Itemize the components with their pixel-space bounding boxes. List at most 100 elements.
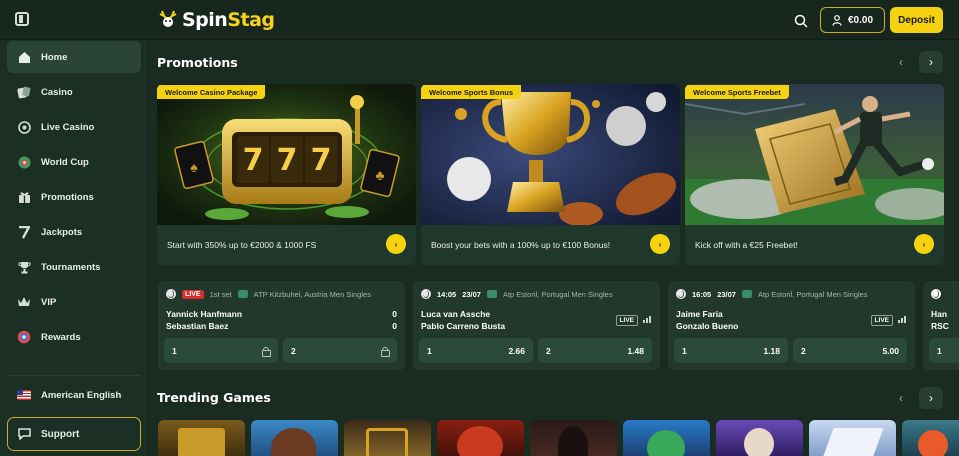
sidebar-item-tournaments[interactable]: Tournaments	[7, 251, 141, 283]
promo-text: Kick off with a €25 Freebet!	[685, 225, 944, 265]
tournament-name: ATP Kitzbuhel, Austria Men Singles	[253, 289, 371, 299]
game-tile[interactable]	[344, 420, 431, 456]
svg-text:♠: ♠	[190, 159, 198, 175]
odd-button-1[interactable]: 1 2.66	[419, 338, 533, 363]
chevron-right-icon: ›	[929, 55, 933, 69]
away-player: RSC	[931, 321, 949, 331]
sidebar-item-label: World Cup	[41, 156, 89, 168]
odd-button-2[interactable]: 2	[283, 338, 397, 363]
sidebar-item-label: VIP	[41, 296, 57, 308]
logo[interactable]: SpinStag	[157, 8, 275, 32]
language-label: American English	[41, 389, 122, 401]
game-tile[interactable]	[716, 420, 803, 456]
sidebar-item-promotions[interactable]: Promotions	[7, 181, 141, 213]
trending-next-button[interactable]: ›	[919, 387, 943, 409]
support-button[interactable]: Support	[7, 417, 141, 451]
odd-label: 1	[427, 345, 432, 356]
us-flag-icon	[17, 390, 31, 400]
away-player: Gonzalo Bueno	[676, 321, 739, 331]
promo-go-button[interactable]: ›	[386, 234, 406, 254]
tournament-icon	[486, 290, 497, 298]
odd-value: 2.66	[508, 345, 525, 356]
promotions-next-button[interactable]: ›	[919, 51, 943, 73]
stag-logo-icon	[159, 10, 177, 27]
match-card[interactable]: LIVE 1st set ATP Kitzbuhel, Austria Men …	[158, 281, 405, 370]
language-selector[interactable]: American English	[7, 380, 141, 410]
game-tile[interactable]	[530, 420, 617, 456]
trending-prev-button[interactable]: ‹	[890, 387, 912, 409]
match-time: 16:05	[692, 289, 712, 299]
deposit-button[interactable]: Deposit	[890, 7, 943, 33]
tournament-icon	[741, 290, 752, 298]
sidebar-toggle-icon[interactable]	[15, 12, 29, 26]
promo-card-sports-bonus[interactable]: Welcome Sports Bonus Boost your bets wit…	[421, 84, 680, 265]
balance-button[interactable]: €0.00	[820, 7, 885, 33]
sidebar-item-vip[interactable]: VIP	[7, 286, 141, 318]
odd-label: 1	[937, 345, 942, 356]
brand-name: SpinStag	[182, 9, 275, 31]
promo-image-football-player	[685, 84, 944, 225]
odd-button-1[interactable]: 1 1.18	[674, 338, 788, 363]
home-player: Jaime Faria	[676, 309, 723, 319]
odd-button-1[interactable]: 1	[164, 338, 278, 363]
promo-go-button[interactable]: ›	[914, 234, 934, 254]
odd-button-1[interactable]: 1	[929, 338, 959, 363]
sidebar-item-label: Home	[41, 51, 68, 63]
sidebar-item-casino[interactable]: Casino	[7, 76, 141, 108]
game-tile[interactable]	[158, 420, 245, 456]
match-time: 14:05	[437, 289, 457, 299]
sidebar-item-jackpots[interactable]: Jackpots	[7, 216, 141, 248]
game-tile[interactable]	[251, 420, 338, 456]
balance-amount: €0.00	[847, 14, 874, 26]
game-tile[interactable]	[437, 420, 524, 456]
signal-icon	[643, 316, 651, 323]
sidebar-item-world-cup[interactable]: World Cup	[7, 146, 141, 178]
match-card[interactable]: 16:05 23/07 Atp Estoril, Portugal Men Si…	[668, 281, 915, 370]
search-button[interactable]	[787, 7, 814, 34]
promo-tag: Welcome Sports Freebet	[685, 85, 789, 99]
support-label: Support	[41, 428, 80, 440]
trophy-icon	[17, 260, 31, 274]
odd-value: 5.00	[882, 345, 899, 356]
odd-value: 1.48	[627, 345, 644, 356]
promo-text: Boost your bets with a 100% up to €100 B…	[421, 225, 680, 265]
rewards-icon	[17, 330, 31, 344]
match-date: 23/07	[717, 289, 736, 299]
sidebar: Home Casino Live Casino World Cup Promot…	[0, 40, 148, 456]
match-time: 1st set	[209, 289, 232, 299]
tennis-ball-icon	[421, 289, 431, 299]
match-card[interactable]: 14:05 23/07 Atp Estoril, Portugal Men Si…	[413, 281, 660, 370]
lock-icon	[381, 346, 390, 357]
odd-button-2[interactable]: 2 5.00	[793, 338, 907, 363]
live-stream-badge: LIVE	[870, 315, 893, 326]
match-header	[931, 289, 941, 299]
svg-text:♣: ♣	[375, 167, 384, 183]
match-card[interactable]: Han RSC 1	[923, 281, 959, 370]
match-header: 14:05 23/07 Atp Estoril, Portugal Men Si…	[421, 289, 613, 299]
promo-tag: Welcome Casino Package	[157, 85, 266, 99]
promo-go-button[interactable]: ›	[650, 234, 670, 254]
game-tile[interactable]	[623, 420, 710, 456]
odd-label: 2	[546, 345, 551, 356]
lock-icon	[262, 346, 271, 357]
odd-button-2[interactable]: 2 1.48	[538, 338, 652, 363]
game-tile[interactable]	[902, 420, 959, 456]
promo-card-sports-freebet[interactable]: Welcome Sports Freebet Kick off with a €…	[685, 84, 944, 265]
promo-card-casino[interactable]: 7 7 7 ♠ ♣ Welcome Casino Package Start w…	[157, 84, 416, 265]
promo-image-trophy	[421, 84, 680, 225]
odd-label: 2	[291, 345, 296, 356]
sidebar-item-live-casino[interactable]: Live Casino	[7, 111, 141, 143]
sidebar-item-label: Jackpots	[41, 226, 83, 238]
game-tile[interactable]	[809, 420, 896, 456]
svg-text:7: 7	[311, 143, 332, 178]
promotions-prev-button[interactable]: ‹	[890, 51, 912, 73]
gift-icon	[17, 190, 31, 204]
away-player: Sebastian Baez	[166, 321, 229, 331]
sidebar-item-home[interactable]: Home	[7, 41, 141, 73]
promotions-title: Promotions	[157, 55, 238, 70]
odd-label: 1	[172, 345, 177, 356]
sidebar-item-rewards[interactable]: Rewards	[7, 321, 141, 353]
home-score: 0	[392, 309, 397, 319]
world-cup-icon	[17, 155, 31, 169]
tournament-name: Atp Estoril, Portugal Men Singles	[757, 289, 868, 299]
